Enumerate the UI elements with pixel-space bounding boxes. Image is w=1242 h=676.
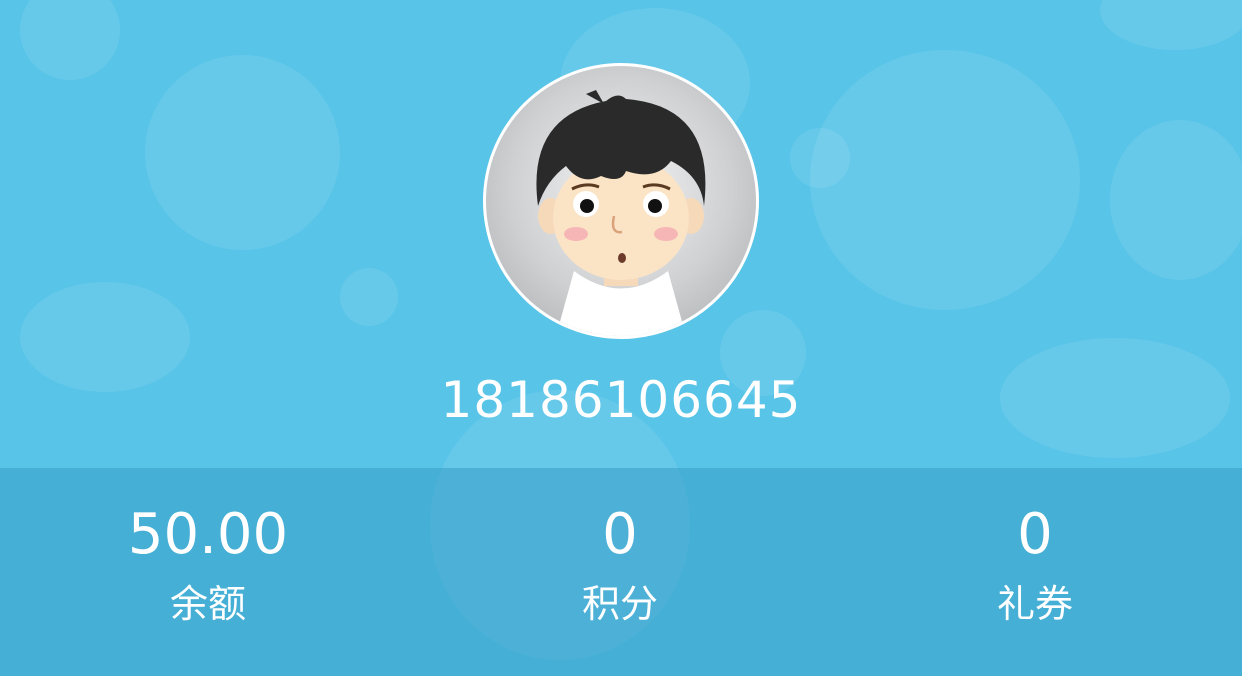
cartoon-boy-avatar-icon [536,90,706,336]
stat-balance-value: 50.00 [127,502,289,567]
stat-points-label: 积分 [581,582,658,626]
background-bubble [145,55,340,250]
stat-coupons-label: 礼券 [996,582,1073,626]
background-bubble [340,268,398,326]
stat-balance[interactable]: 50.00 余额 [58,498,358,632]
background-bubble [1110,120,1242,280]
background-bubble [20,0,120,80]
stat-points[interactable]: 0 积分 [470,498,770,632]
stat-coupons-value: 0 [1017,502,1053,567]
avatar[interactable] [483,63,759,339]
profile-header: 18186106645 50.00 余额 0 积分 0 礼券 [0,0,1242,676]
background-bubble [810,50,1080,310]
stat-balance-label: 余额 [169,582,246,626]
username: 18186106645 [440,371,802,429]
stat-coupons[interactable]: 0 礼券 [885,498,1185,632]
stats-bar: 50.00 余额 0 积分 0 礼券 [0,468,1242,676]
stat-points-value: 0 [602,502,638,567]
background-bubble [1100,0,1242,50]
